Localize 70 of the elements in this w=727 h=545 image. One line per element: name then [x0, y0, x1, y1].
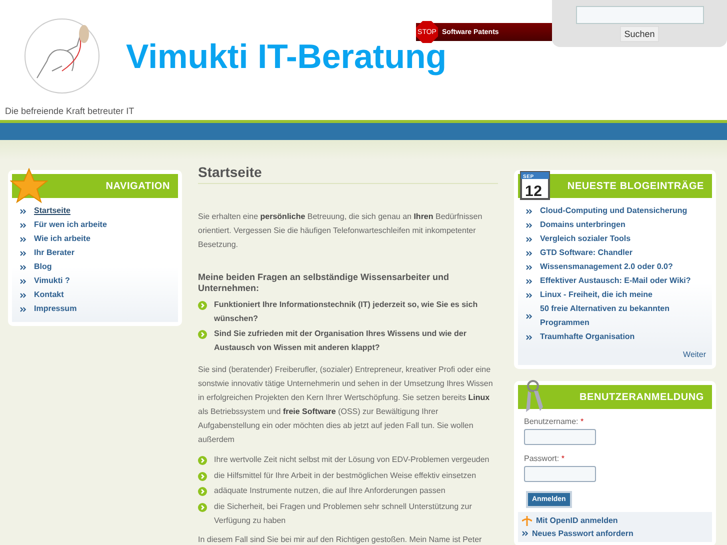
double-chevron-icon [526, 314, 532, 318]
blog-post-link[interactable]: Traumhafte Organisation [540, 330, 635, 344]
double-chevron-icon [526, 208, 532, 214]
bullet-item: die Hilfsmittel für Ihre Arbeit in der bestmöglichen Weise effektiv einsetzen [214, 470, 476, 482]
arrow-bullet-icon [198, 330, 207, 339]
search-button[interactable]: Suchen [620, 26, 659, 42]
bullet-item: Ihre wertvolle Zeit nicht selbst mit der Lösung von EDV-Problemen vergeuden [214, 454, 490, 466]
more-link[interactable]: Weiter [518, 350, 712, 365]
nav-link[interactable]: Impressum [34, 302, 77, 316]
nav-link[interactable]: Startseite [34, 204, 70, 218]
blog-post-link[interactable]: Cloud-Computing und Datensicherung [540, 204, 688, 218]
blog-post-link[interactable]: Linux - Freiheit, die ich meine [540, 288, 652, 302]
double-chevron-icon [20, 222, 26, 228]
nav-link[interactable]: Blog [34, 260, 52, 274]
arrow-bullet-icon [198, 502, 207, 512]
double-chevron-icon [526, 278, 532, 284]
openid-icon [522, 516, 532, 526]
nav-link[interactable]: Ihr Berater [34, 246, 74, 260]
double-chevron-icon [20, 250, 26, 256]
field-label: Benutzername: * [524, 417, 585, 426]
intro-paragraph: Sie erhalten eine persönliche Betreuung, die sich genau an Ihren Bedürfnissen orientiert. Vergessen Sie die häufigen Telefonwarteschleifen mit inkompetenter Besetzung. [198, 211, 484, 251]
nav-link[interactable]: Wie ich arbeite [34, 232, 90, 246]
double-chevron-icon [526, 236, 532, 242]
double-chevron-icon [20, 236, 26, 242]
arrow-bullet-icon [198, 472, 207, 480]
nav-link[interactable]: Kontakt [34, 288, 64, 302]
blog-post-link[interactable]: GTD Software: Chandler [540, 246, 632, 260]
panel-title: NEUESTE BLOGEINTRÄGE [567, 180, 704, 192]
blog-post-link[interactable]: Vergleich sozialer Tools [540, 232, 631, 246]
bullet-item: die Sicherheit, bei Fragen und Problemen sehr schnell Unterstützung zur Verfügung zu haben [214, 500, 473, 527]
section-heading: Meine beiden Fragen an selbständige Wissensarbeiter und Unternehmen: [198, 272, 450, 294]
nav-link[interactable]: Für wen ich arbeite [34, 218, 107, 232]
arrow-bullet-icon [198, 487, 207, 496]
site-title: Vimukti IT-Beratung [126, 38, 447, 78]
double-chevron-icon [20, 264, 26, 270]
double-chevron-icon [20, 292, 26, 298]
question-item: Sind Sie zufrieden mit der Organisation Ihres Wissens und wie der Austausch von Wissen mit anderen klappt? [214, 328, 468, 354]
double-chevron-icon [20, 208, 26, 214]
login-link[interactable]: Neues Passwort anfordern [532, 527, 634, 540]
double-chevron-icon [526, 292, 532, 298]
required-mark: * [580, 417, 584, 426]
body-paragraph: Sie sind (beratender) Freiberufler, (sozialer) Entrepreneur, kreativer Profi oder eine sonstwie innovativ tätige Unternehmerin und sehen in der Umsetzung Ihres Wissen in erfolgreichen Projekten den Kern Ihrer Wertschöpfung. Sie setzen bereits Linux als Betriebssystem und freie Software (OSS) zur Bewältigung Ihrer Aufgabenstellung ein oder möchten dies ab jetzt auf jeden Fall tun. Sie wollen außerdem [198, 364, 494, 446]
arrow-bullet-icon [198, 456, 207, 465]
double-chevron-icon [526, 334, 532, 340]
page-heading: Startseite [198, 164, 498, 184]
star-icon [10, 168, 48, 204]
blog-post-link[interactable]: Wissensmanagement 2.0 oder 0.0? [540, 260, 673, 274]
search-field[interactable] [576, 6, 704, 24]
body-paragraph: In diesem Fall sind Sie bei mir auf den Richtigen gestoßen. Mein Name ist Peter [198, 534, 483, 545]
double-chevron-icon [526, 250, 532, 256]
double-chevron-icon [526, 222, 532, 228]
blog-post-link[interactable]: Domains unterbringen [540, 218, 626, 232]
double-chevron-icon [20, 306, 26, 312]
site-tagline: Die befreiende Kraft betreuter IT [5, 106, 134, 116]
nav-link[interactable]: Vimukti ? [34, 274, 70, 288]
double-chevron-icon [526, 264, 532, 270]
input-field[interactable] [524, 466, 596, 482]
blog-post-link[interactable]: Effektiver Austausch: E-Mail oder Wiki? [540, 274, 691, 288]
field-label: Passwort: * [524, 454, 566, 463]
panel-title: NAVIGATION [106, 180, 170, 192]
double-chevron-icon [20, 278, 26, 284]
blog-post-link[interactable]: 50 freie Alternativen zu bekannten Programmen [540, 302, 712, 330]
question-item: Funktioniert Ihre Informationstechnik (IT) jederzeit so, wie Sie es sich wünschen? [214, 299, 479, 325]
input-field[interactable] [524, 429, 596, 445]
double-chevron-icon [522, 531, 528, 536]
required-mark: * [561, 454, 564, 463]
login-link[interactable]: Mit OpenID anmelden [536, 514, 618, 527]
bullet-item: adäquate Instrumente nutzen, die auf Ihre Anforderungen passen [214, 485, 446, 497]
panel-title: BENUTZERANMELDUNG [579, 392, 704, 402]
arrow-bullet-icon [198, 301, 207, 310]
